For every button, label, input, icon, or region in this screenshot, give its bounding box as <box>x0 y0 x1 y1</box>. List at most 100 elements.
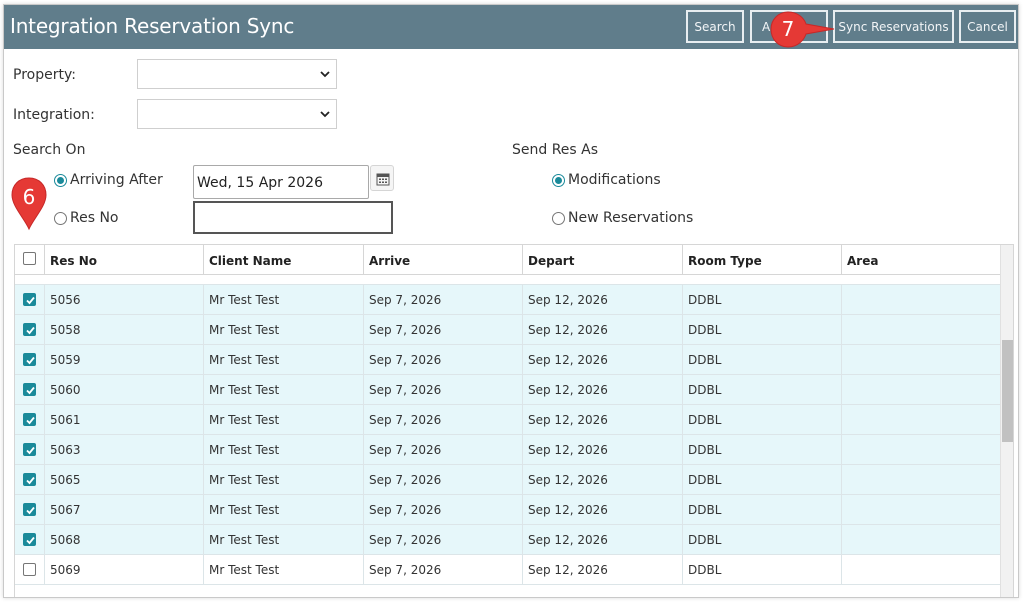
area-cell <box>842 345 1000 375</box>
res-no-cell: 5065 <box>45 465 204 495</box>
row-select-cell <box>15 555 45 585</box>
row-select-cell <box>15 375 45 405</box>
res-no-radio[interactable] <box>54 212 67 225</box>
column-header-area[interactable]: Area <box>842 245 1000 275</box>
arriving-after-radio[interactable] <box>54 174 67 187</box>
room-type-cell: DDBL <box>683 405 842 435</box>
room-type-cell: DDBL <box>683 465 842 495</box>
table-row[interactable]: 5068 Mr Test Test Sep 7, 2026 Sep 12, 2026 D… <box>15 525 1000 555</box>
depart-cell: Sep 12, 2026 <box>523 315 683 345</box>
sync-reservations-button[interactable]: Sync Reservations <box>833 10 954 43</box>
new-reservations-radio[interactable] <box>552 212 565 225</box>
row-select-cell <box>15 345 45 375</box>
checkmark-icon <box>26 476 35 485</box>
chevron-down-icon <box>320 111 330 118</box>
room-type-cell: DDBL <box>683 375 842 405</box>
column-header-arrive[interactable]: Arrive <box>364 245 523 275</box>
checkmark-icon <box>26 296 35 305</box>
row-checkbox[interactable] <box>23 413 36 426</box>
integration-label: Integration: <box>13 107 95 123</box>
client-name-cell: Mr Test Test <box>204 495 364 525</box>
modifications-radio[interactable] <box>552 174 565 187</box>
table-row[interactable]: 5061 Mr Test Test Sep 7, 2026 Sep 12, 2026 D… <box>15 405 1000 435</box>
property-select[interactable] <box>137 59 337 89</box>
res-no-cell: 5060 <box>45 375 204 405</box>
calendar-button[interactable] <box>370 165 394 191</box>
depart-cell: Sep 12, 2026 <box>523 495 683 525</box>
client-name-cell: Mr Test Test <box>204 435 364 465</box>
depart-cell: Sep 12, 2026 <box>523 405 683 435</box>
checkmark-icon <box>26 446 35 455</box>
res-no-cell: 5069 <box>45 555 204 585</box>
property-label: Property: <box>13 67 76 83</box>
checkmark-icon <box>26 506 35 515</box>
dialog-window: Integration Reservation Sync Search A Sy… <box>3 4 1019 598</box>
table-row[interactable]: 5060 Mr Test Test Sep 7, 2026 Sep 12, 2026 D… <box>15 375 1000 405</box>
column-header-client-name[interactable]: Client Name <box>204 245 364 275</box>
cancel-button[interactable]: Cancel <box>959 10 1016 43</box>
row-checkbox[interactable] <box>23 473 36 486</box>
arrive-cell: Sep 7, 2026 <box>364 375 523 405</box>
row-select-cell <box>15 285 45 315</box>
depart-cell: Sep 12, 2026 <box>523 435 683 465</box>
search-button[interactable]: Search <box>686 10 744 43</box>
room-type-cell: DDBL <box>683 315 842 345</box>
column-header-depart[interactable]: Depart <box>523 245 683 275</box>
client-name-cell: Mr Test Test <box>204 465 364 495</box>
arrive-cell: Sep 7, 2026 <box>364 345 523 375</box>
select-all-checkbox[interactable] <box>23 252 36 265</box>
client-name-cell: Mr Test Test <box>204 405 364 435</box>
client-name-cell: Mr Test Test <box>204 525 364 555</box>
table-row[interactable]: 5056 Mr Test Test Sep 7, 2026 Sep 12, 2026 D… <box>15 285 1000 315</box>
depart-cell: Sep 12, 2026 <box>523 345 683 375</box>
depart-cell: Sep 12, 2026 <box>523 555 683 585</box>
checkmark-icon <box>26 536 35 545</box>
row-checkbox[interactable] <box>23 383 36 396</box>
area-cell <box>842 555 1000 585</box>
room-type-cell: DDBL <box>683 555 842 585</box>
table-row[interactable]: 5058 Mr Test Test Sep 7, 2026 Sep 12, 2026 D… <box>15 315 1000 345</box>
row-checkbox[interactable] <box>23 563 36 576</box>
table-row[interactable]: 5069 Mr Test Test Sep 7, 2026 Sep 12, 2026 D… <box>15 555 1000 585</box>
area-cell <box>842 285 1000 315</box>
reservations-grid: Res No Client Name Arrive Depart Room Ty… <box>14 244 1014 597</box>
table-row[interactable]: 5065 Mr Test Test Sep 7, 2026 Sep 12, 2026 D… <box>15 465 1000 495</box>
checkmark-icon <box>26 416 35 425</box>
table-row[interactable]: 5059 Mr Test Test Sep 7, 2026 Sep 12, 2026 D… <box>15 345 1000 375</box>
depart-cell: Sep 12, 2026 <box>523 465 683 495</box>
scrollbar-thumb[interactable] <box>1002 340 1013 442</box>
room-type-cell: DDBL <box>683 525 842 555</box>
row-checkbox[interactable] <box>23 323 36 336</box>
arrive-cell: Sep 7, 2026 <box>364 315 523 345</box>
row-checkbox[interactable] <box>23 443 36 456</box>
table-row[interactable]: 5063 Mr Test Test Sep 7, 2026 Sep 12, 2026 D… <box>15 435 1000 465</box>
integration-select[interactable] <box>137 99 337 129</box>
step-6-callout: 6 <box>10 176 48 232</box>
row-checkbox[interactable] <box>23 503 36 516</box>
area-cell <box>842 465 1000 495</box>
row-checkbox[interactable] <box>23 353 36 366</box>
row-checkbox[interactable] <box>23 533 36 546</box>
row-select-cell <box>15 435 45 465</box>
grid-scrollbar[interactable] <box>1000 245 1013 597</box>
arrive-cell: Sep 7, 2026 <box>364 495 523 525</box>
arrive-cell: Sep 7, 2026 <box>364 465 523 495</box>
arrive-cell: Sep 7, 2026 <box>364 555 523 585</box>
res-no-input[interactable] <box>193 201 393 234</box>
calendar-icon <box>376 173 390 186</box>
room-type-cell: DDBL <box>683 345 842 375</box>
checkmark-icon <box>26 386 35 395</box>
client-name-cell: Mr Test Test <box>204 315 364 345</box>
arrive-cell: Sep 7, 2026 <box>364 435 523 465</box>
row-checkbox[interactable] <box>23 293 36 306</box>
table-row[interactable]: 5067 Mr Test Test Sep 7, 2026 Sep 12, 2026 D… <box>15 495 1000 525</box>
client-name-cell: Mr Test Test <box>204 345 364 375</box>
room-type-cell: DDBL <box>683 495 842 525</box>
row-select-cell <box>15 465 45 495</box>
modifications-label: Modifications <box>568 172 661 188</box>
column-header-res-no[interactable]: Res No <box>45 245 204 275</box>
checkmark-icon <box>26 356 35 365</box>
area-cell <box>842 315 1000 345</box>
arriving-after-date-input[interactable]: Wed, 15 Apr 2026 <box>193 165 369 199</box>
column-header-room-type[interactable]: Room Type <box>683 245 842 275</box>
